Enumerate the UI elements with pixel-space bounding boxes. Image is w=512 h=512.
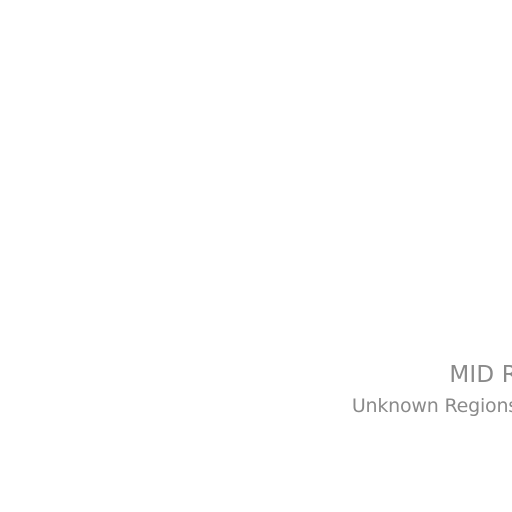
region-code: MID R bbox=[449, 362, 512, 388]
region-label: MID R Unknown Regions bbox=[352, 358, 512, 420]
region-name: Unknown Regions bbox=[351, 395, 512, 417]
map-canvas: MID R Unknown Regions bbox=[0, 0, 512, 512]
